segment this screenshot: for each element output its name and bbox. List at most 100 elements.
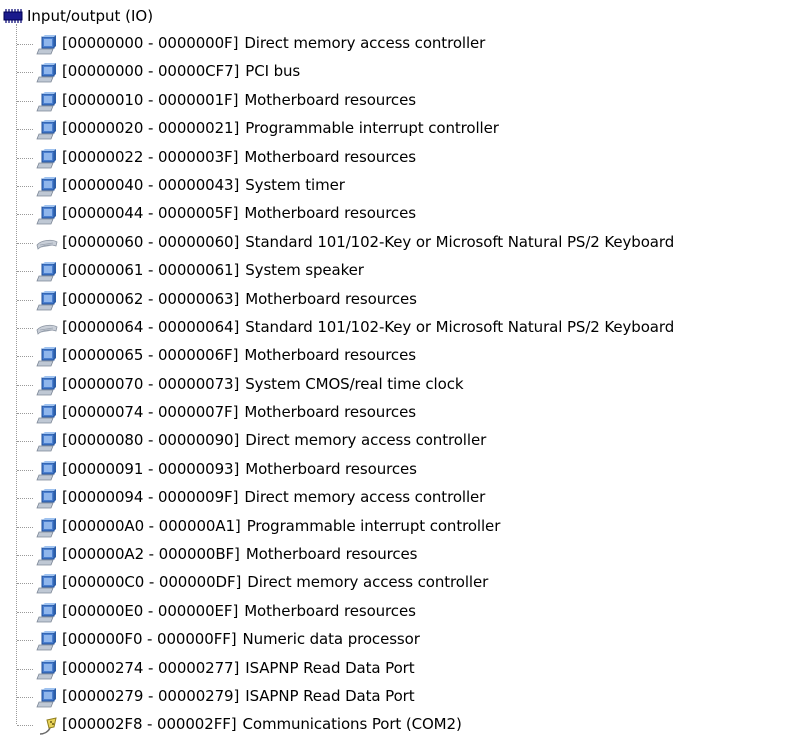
io-chip-icon bbox=[2, 8, 24, 24]
io-range: [00000010 - 0000001F] bbox=[62, 90, 239, 109]
system-device-icon bbox=[36, 63, 58, 83]
tree-connector bbox=[17, 271, 33, 273]
system-device-icon bbox=[36, 205, 58, 225]
system-device-icon bbox=[36, 518, 58, 538]
system-device-icon bbox=[36, 631, 58, 651]
tree-connector bbox=[17, 44, 33, 45]
io-range: [000000C0 - 000000DF] bbox=[62, 573, 242, 592]
tree-connector bbox=[17, 299, 33, 301]
io-range: [000000A0 - 000000A1] bbox=[62, 516, 241, 535]
device-name: Programmable interrupt controller bbox=[246, 516, 501, 535]
io-range: [00000091 - 00000093] bbox=[62, 459, 240, 478]
io-range: [00000064 - 00000064] bbox=[62, 317, 240, 336]
tree-connector bbox=[17, 214, 33, 216]
keyboard-icon bbox=[36, 234, 58, 254]
device-name: Direct memory access controller bbox=[244, 488, 486, 507]
device-name: ISAPNP Read Data Port bbox=[245, 686, 415, 705]
tree-connector bbox=[17, 668, 33, 670]
tree-connector bbox=[17, 441, 33, 443]
tree-item-label: [00000060 - 00000060] Standard 101/102-Ke… bbox=[62, 233, 674, 251]
system-device-icon bbox=[36, 92, 58, 112]
system-device-icon bbox=[36, 489, 58, 509]
tree-item-label: [00000074 - 0000007F] Motherboard resourc… bbox=[62, 403, 416, 421]
tree-item-label: [00000022 - 0000003F] Motherboard resourc… bbox=[62, 148, 416, 166]
io-range: [00000060 - 00000060] bbox=[62, 232, 240, 251]
device-name: ISAPNP Read Data Port bbox=[245, 658, 415, 677]
tree-connector bbox=[17, 555, 33, 557]
tree-connector bbox=[17, 100, 33, 102]
system-device-icon bbox=[36, 347, 58, 367]
io-range: [00000094 - 0000009F] bbox=[62, 488, 239, 507]
keyboard-icon bbox=[36, 319, 58, 339]
io-range: [00000040 - 00000043] bbox=[62, 175, 240, 194]
tree-root-label: Input/output (IO) bbox=[27, 7, 154, 25]
tree-item-label: [00000094 - 0000009F] Direct memory acces… bbox=[62, 488, 485, 506]
tree-item-label: [00000000 - 0000000F] Direct memory acces… bbox=[62, 34, 485, 52]
io-range: [00000074 - 0000007F] bbox=[62, 403, 239, 422]
io-range: [00000022 - 0000003F] bbox=[62, 147, 239, 166]
tree-root-io[interactable]: Input/output (IO) bbox=[0, 2, 153, 30]
device-name: Direct memory access controller bbox=[244, 34, 486, 52]
io-range: [00000080 - 00000090] bbox=[62, 431, 240, 450]
device-name: System timer bbox=[245, 175, 345, 194]
io-range: [00000065 - 0000006F] bbox=[62, 346, 239, 365]
system-device-icon bbox=[36, 35, 58, 55]
tree-connector bbox=[17, 725, 33, 727]
tree-item-label: [000002F8 - 000002FF] Communications Port… bbox=[62, 715, 462, 733]
system-device-icon bbox=[36, 660, 58, 680]
tree-connector bbox=[17, 498, 33, 500]
system-device-icon bbox=[36, 574, 58, 594]
io-range: [00000044 - 0000005F] bbox=[62, 204, 239, 223]
io-range: [000000A2 - 000000BF] bbox=[62, 545, 240, 564]
device-name: Numeric data processor bbox=[242, 630, 420, 649]
tree-connector bbox=[17, 413, 33, 415]
tree-connector bbox=[17, 72, 33, 74]
tree-item-label: [00000274 - 00000277] ISAPNP Read Data Po… bbox=[62, 659, 415, 677]
io-range: [00000274 - 00000277] bbox=[62, 658, 240, 677]
system-device-icon bbox=[36, 546, 58, 566]
tree-item-label: [00000064 - 00000064] Standard 101/102-Ke… bbox=[62, 318, 674, 336]
system-device-icon bbox=[36, 688, 58, 708]
system-device-icon bbox=[36, 262, 58, 282]
device-name: Motherboard resources bbox=[244, 403, 416, 422]
tree-item-label: [00000020 - 00000021] Programmable interr… bbox=[62, 119, 499, 137]
tree-connector bbox=[17, 157, 33, 159]
io-range: [00000061 - 00000061] bbox=[62, 261, 240, 280]
tree-connector bbox=[17, 242, 33, 244]
tree-item-label: [000000E0 - 000000EF] Motherboard resourc… bbox=[62, 602, 416, 620]
tree-connector bbox=[17, 526, 33, 528]
tree-connector bbox=[17, 327, 33, 329]
tree-connector bbox=[17, 129, 33, 131]
device-name: Motherboard resources bbox=[244, 90, 416, 109]
tree-item-label: [00000044 - 0000005F] Motherboard resourc… bbox=[62, 204, 416, 222]
tree-item-label: [00000000 - 00000CF7] PCI bus bbox=[62, 62, 300, 80]
io-range: [000000F0 - 000000FF] bbox=[62, 630, 237, 649]
device-name: Standard 101/102-Key or Microsoft Natura… bbox=[245, 232, 675, 251]
tree-connector bbox=[17, 611, 33, 613]
io-range: [00000020 - 00000021] bbox=[62, 119, 240, 138]
io-range: [000002F8 - 000002FF] bbox=[62, 715, 237, 734]
tree-connector bbox=[17, 469, 33, 471]
device-name: Direct memory access controller bbox=[247, 573, 489, 592]
system-device-icon bbox=[36, 603, 58, 623]
system-device-icon bbox=[36, 149, 58, 169]
tree-connector bbox=[17, 356, 33, 358]
io-range: [000000E0 - 000000EF] bbox=[62, 601, 239, 620]
tree-item-label: [00000279 - 00000279] ISAPNP Read Data Po… bbox=[62, 687, 415, 705]
tree-item-label: [00000010 - 0000001F] Motherboard resourc… bbox=[62, 91, 416, 109]
tree-connector bbox=[17, 696, 33, 698]
system-device-icon bbox=[36, 376, 58, 396]
tree-item-label: [00000080 - 00000090] Direct memory acces… bbox=[62, 431, 486, 449]
device-name: Motherboard resources bbox=[244, 147, 416, 166]
tree-item-label: [00000070 - 00000073] System CMOS/real ti… bbox=[62, 374, 464, 393]
device-name: Motherboard resources bbox=[245, 459, 417, 478]
device-name: Motherboard resources bbox=[244, 346, 416, 365]
system-device-icon bbox=[36, 291, 58, 311]
tree-item-label: [00000040 - 00000043] System timer bbox=[62, 176, 345, 194]
io-range: [00000000 - 00000CF7] bbox=[62, 62, 240, 81]
tree-item-label: [000000C0 - 000000DF] Direct memory acces… bbox=[62, 573, 488, 591]
io-range: [00000062 - 00000063] bbox=[62, 289, 240, 308]
io-range: [00000070 - 00000073] bbox=[62, 374, 240, 393]
system-device-icon bbox=[36, 177, 58, 197]
device-name: Motherboard resources bbox=[245, 545, 418, 564]
